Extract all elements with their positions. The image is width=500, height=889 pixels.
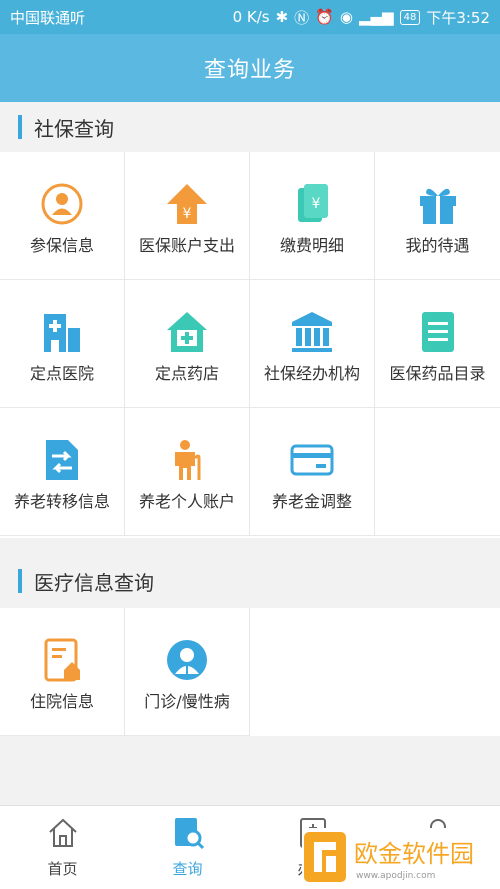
alarm-icon: ⏰ [315,8,334,26]
card-icon [290,444,334,476]
menu-item-label: 养老转移信息 [13,492,110,511]
menu-item-payment-detail[interactable]: ¥ 缴费明细 [250,152,375,280]
menu-item-account-expense[interactable]: ¥ 医保账户支出 [125,152,250,280]
menu-item-label: 我的待遇 [405,236,470,255]
status-bar: 中国联通听 0 K/s ✱ Ⓝ ⏰ ◉ ▂▄▆ 48 下午3:52 [0,0,500,34]
insured-person-icon [41,183,83,225]
section-header-social-insurance: 社保查询 [0,102,500,152]
social-insurance-grid: 参保信息 ¥ 医保账户支出 ¥ 缴费明细 我的待遇 定点医院 定点药店 社保经办… [0,152,500,538]
bluetooth-icon: ✱ [275,8,289,26]
menu-item-label: 医保药品目录 [389,364,486,383]
page-title: 查询业务 [203,58,296,83]
tab-label: 查询 [172,860,203,878]
menu-item-insured-info[interactable]: 参保信息 [0,152,125,280]
payment-detail-icon: ¥ [298,184,328,222]
eye-icon: ◉ [339,8,353,26]
account-expense-icon: ¥ [167,184,207,224]
menu-item-social-agency[interactable]: 社保经办机构 [250,280,375,408]
menu-item-label: 社保经办机构 [263,364,360,383]
elderly-icon [175,440,201,480]
menu-item-designated-pharmacy[interactable]: 定点药店 [125,280,250,408]
section-title: 社保查询 [34,116,114,141]
tab-query[interactable]: 查询 [125,806,250,889]
menu-item-label: 缴费明细 [279,236,344,255]
menu-item-label: 定点医院 [29,364,94,383]
section-title: 医疗信息查询 [34,570,154,595]
gift-icon [419,188,456,224]
tab-label: 首页 [47,860,78,878]
svg-text:¥: ¥ [183,206,192,222]
menu-item-label: 参保信息 [29,236,94,255]
menu-item-label: 养老个人账户 [138,492,235,511]
nfc-icon: Ⓝ [294,8,310,27]
menu-item-my-benefits[interactable]: 我的待遇 [375,152,500,280]
menu-item-label: 住院信息 [29,692,94,711]
menu-item-designated-hospital[interactable]: 定点医院 [0,280,125,408]
menu-item-pension-account[interactable]: 养老个人账户 [125,408,250,536]
menu-item-label: 医保账户支出 [138,236,235,255]
svg-text:¥: ¥ [312,196,321,212]
drug-list-icon [421,312,454,352]
section-header-medical-info: 医疗信息查询 [0,556,500,606]
watermark-url: www.apodjin.com [356,871,435,881]
transfer-icon [46,440,78,480]
page-title-bar: 查询业务 [0,34,500,102]
medical-info-grid: 住院信息 门诊/慢性病 [0,608,500,736]
institution-icon [292,312,332,352]
menu-item-label: 养老金调整 [271,492,352,511]
network-speed: 0 K/s [232,8,270,26]
watermark-logo: 欧金软件园 www.apodjin.com [304,832,474,882]
menu-item-drug-catalog[interactable]: 医保药品目录 [375,280,500,408]
watermark: 欧金软件园 www.apodjin.com [302,828,496,886]
outpatient-icon [167,640,207,680]
menu-item-inpatient-info[interactable]: 住院信息 [0,608,125,736]
pharmacy-icon [167,312,207,352]
hospital-icon [44,314,80,352]
watermark-brand: 欧金软件园 [354,840,474,868]
status-indicators: 0 K/s ✱ Ⓝ ⏰ ◉ ▂▄▆ 48 下午3:52 [233,7,490,28]
menu-item-outpatient-chronic[interactable]: 门诊/慢性病 [125,608,250,736]
menu-item-pension-adjust[interactable]: 养老金调整 [250,408,375,536]
tab-home[interactable]: 首页 [0,806,125,889]
search-doc-icon [174,818,204,850]
menu-item-pension-transfer[interactable]: 养老转移信息 [0,408,125,536]
carrier-label: 中国联通听 [10,8,86,27]
menu-item-label: 门诊/慢性病 [144,692,230,711]
clock: 下午3:52 [426,8,490,27]
section-marker [18,569,22,593]
menu-item-label: 定点药店 [154,364,219,383]
empty-cell [375,408,500,536]
signal-icon: ▂▄▆ [358,8,394,26]
section-marker [18,115,22,139]
inpatient-icon [44,638,80,682]
home-icon [48,818,77,847]
battery-icon: 48 [399,9,421,25]
